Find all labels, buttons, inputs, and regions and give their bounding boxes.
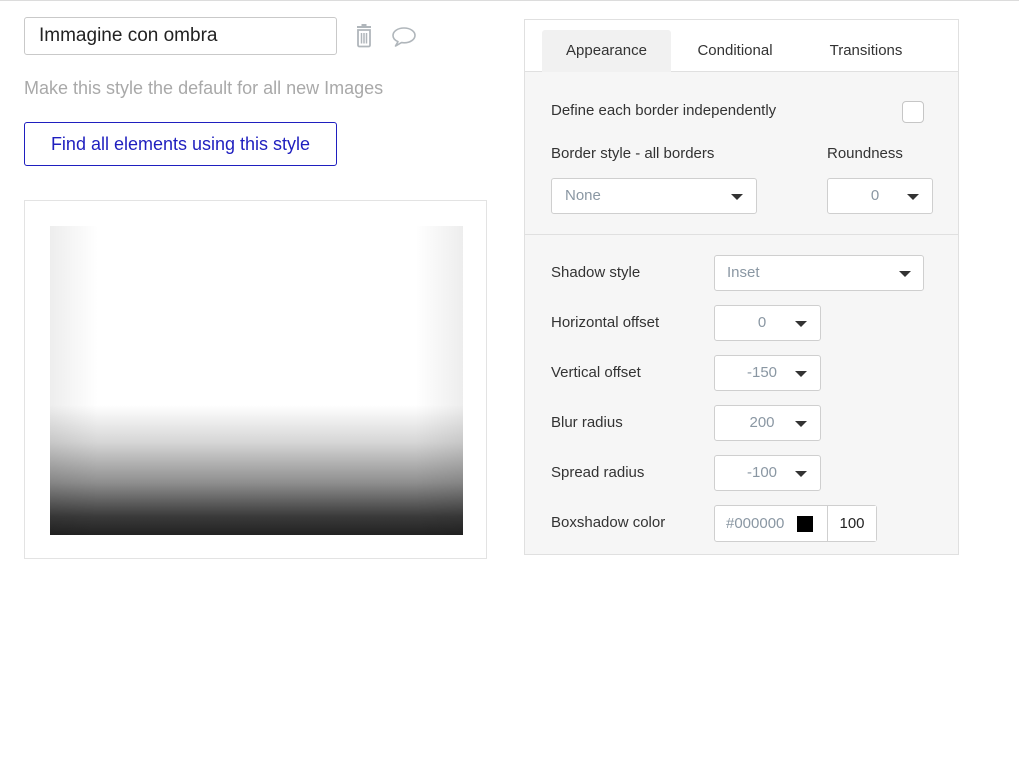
tab-appearance[interactable]: Appearance	[542, 30, 671, 72]
vertical-offset-dropdown[interactable]: -150	[714, 355, 821, 391]
make-default-link[interactable]: Make this style the default for all new …	[24, 78, 383, 99]
independent-borders-label: Define each border independently	[551, 102, 777, 119]
chevron-down-icon	[795, 321, 807, 327]
shadow-style-value: Inset	[727, 264, 760, 281]
comment-icon[interactable]	[391, 26, 417, 48]
roundness-dropdown[interactable]: 0	[827, 178, 933, 214]
chevron-down-icon	[795, 471, 807, 477]
spread-radius-dropdown[interactable]: -100	[714, 455, 821, 491]
color-swatch[interactable]	[797, 516, 813, 532]
blur-radius-label: Blur radius	[551, 414, 623, 431]
style-properties-panel: Appearance Conditional Transitions Defin…	[524, 19, 959, 555]
vertical-offset-label: Vertical offset	[551, 364, 641, 381]
section-divider	[525, 234, 958, 235]
tab-transitions[interactable]: Transitions	[811, 30, 921, 72]
find-elements-button[interactable]: Find all elements using this style	[24, 122, 337, 166]
chevron-down-icon	[731, 194, 743, 200]
blur-radius-dropdown[interactable]: 200	[714, 405, 821, 441]
shadow-style-label: Shadow style	[551, 264, 641, 281]
border-style-label: Border style - all borders	[551, 145, 715, 162]
tab-conditional[interactable]: Conditional	[675, 30, 795, 72]
style-preview	[24, 200, 487, 559]
chevron-down-icon	[899, 271, 911, 277]
trash-icon[interactable]	[354, 24, 374, 48]
border-style-dropdown[interactable]: None	[551, 178, 757, 214]
shadow-style-dropdown[interactable]: Inset	[714, 255, 924, 291]
chevron-down-icon	[907, 194, 919, 200]
roundness-label: Roundness	[827, 145, 903, 162]
preview-image	[50, 226, 463, 535]
style-name-input[interactable]	[24, 17, 337, 55]
boxshadow-color-label: Boxshadow color	[551, 514, 666, 531]
spread-radius-label: Spread radius	[551, 464, 645, 481]
chevron-down-icon	[795, 421, 807, 427]
tab-bar: Appearance Conditional Transitions	[525, 20, 958, 72]
border-style-value: None	[565, 187, 601, 204]
independent-borders-checkbox[interactable]	[902, 101, 924, 123]
boxshadow-color-field	[714, 505, 877, 542]
horizontal-offset-label: Horizontal offset	[551, 314, 660, 331]
color-opacity-input[interactable]	[827, 506, 876, 541]
top-divider	[0, 0, 1019, 1]
chevron-down-icon	[795, 371, 807, 377]
horizontal-offset-dropdown[interactable]: 0	[714, 305, 821, 341]
